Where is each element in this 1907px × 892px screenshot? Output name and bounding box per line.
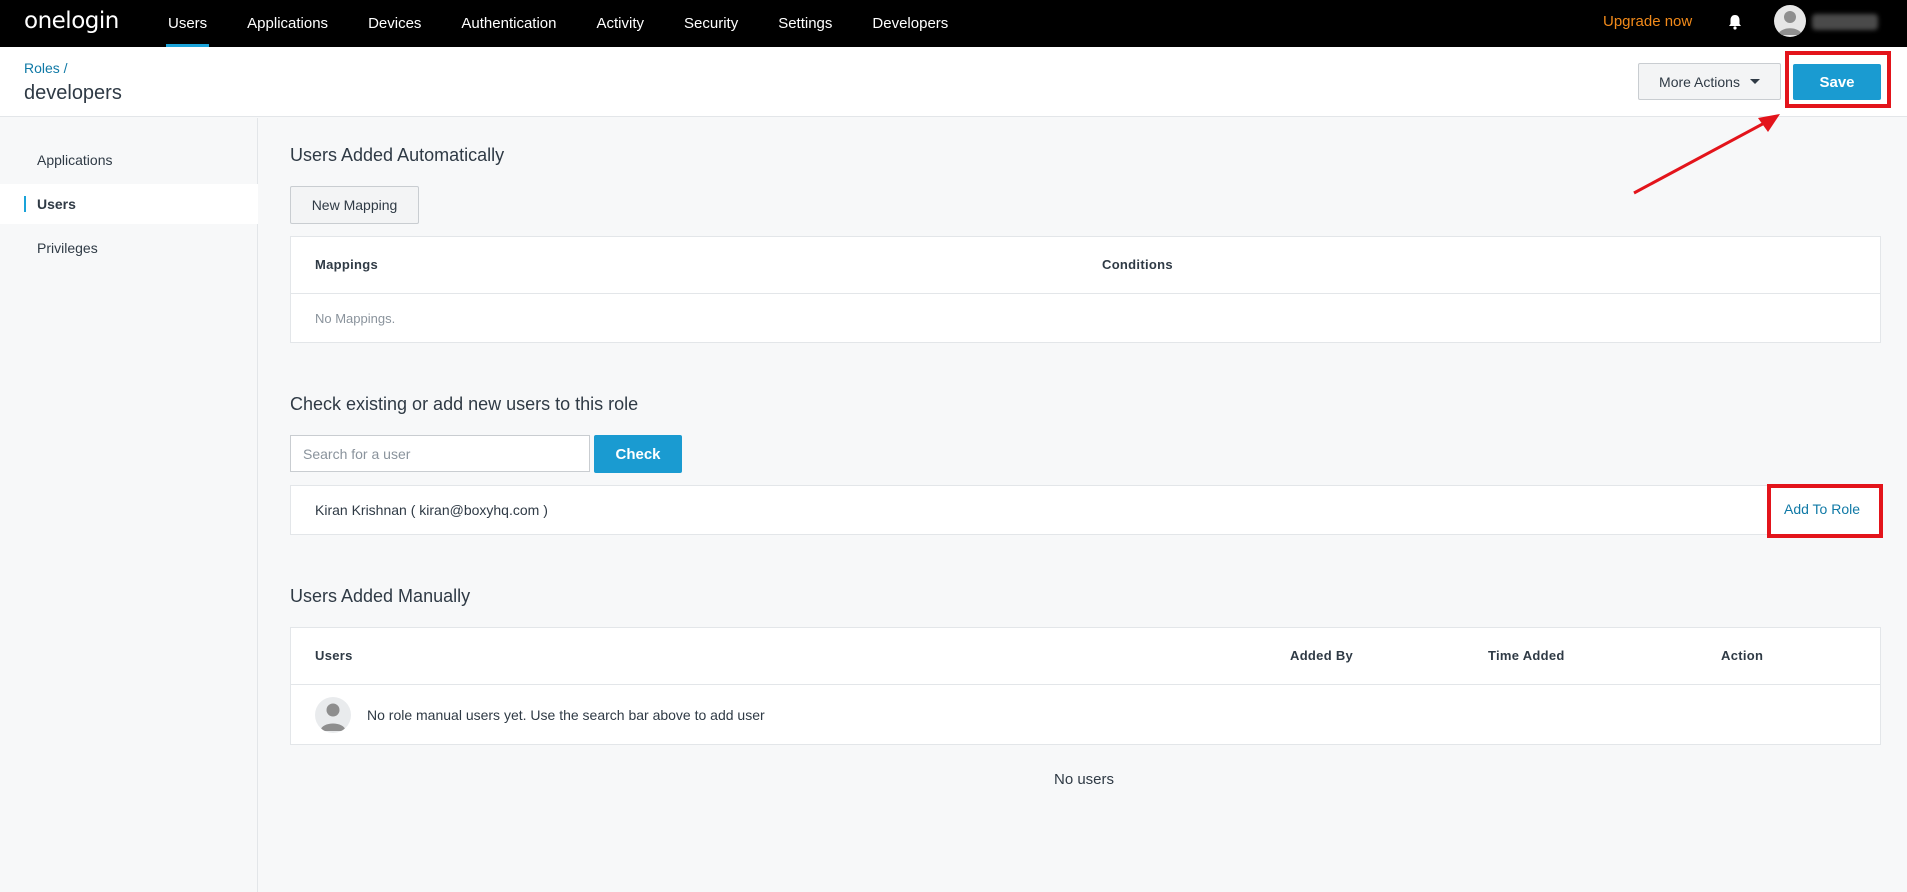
onelogin-logo[interactable]: onelogin [24, 8, 119, 34]
sidebar: Applications Users Privileges [0, 118, 258, 892]
manual-users-table: Users Added By Time Added Action No role… [290, 627, 1881, 745]
section-title-check: Check existing or add new users to this … [290, 394, 639, 414]
user-avatar-icon[interactable] [1774, 5, 1806, 37]
annotation-arrow-icon [1633, 114, 1780, 195]
more-actions-button[interactable]: More Actions [1638, 63, 1781, 100]
search-result-row: Kiran Krishnan ( kiran@boxyhq.com ) [290, 485, 1881, 535]
nav-item-settings[interactable]: Settings [758, 0, 852, 47]
table-divider [291, 293, 1880, 294]
col-users: Users [315, 648, 353, 663]
page-title: developers [24, 82, 122, 104]
nav-item-devices[interactable]: Devices [348, 0, 441, 47]
nav-item-users[interactable]: Users [148, 0, 227, 47]
sidebar-item-privileges[interactable]: Privileges [0, 228, 258, 268]
nav-item-activity[interactable]: Activity [577, 0, 665, 47]
breadcrumb-roles[interactable]: Roles / [24, 60, 68, 76]
default-avatar-icon [315, 697, 351, 733]
new-mapping-button[interactable]: New Mapping [290, 186, 419, 224]
sidebar-item-users[interactable]: Users [0, 184, 258, 224]
table-row: No role manual users yet. Use the search… [291, 685, 1880, 745]
sidebar-item-applications[interactable]: Applications [0, 140, 258, 180]
nav-item-authentication[interactable]: Authentication [441, 0, 576, 47]
col-conditions: Conditions [1102, 257, 1173, 272]
user-name-redacted[interactable] [1812, 14, 1878, 30]
manual-users-empty-text: No role manual users yet. Use the search… [367, 707, 765, 723]
add-to-role-link[interactable]: Add To Role [1784, 501, 1860, 517]
top-nav: onelogin Users Applications Devices Auth… [0, 0, 1907, 47]
mappings-table: Mappings Conditions No Mappings. [290, 236, 1881, 343]
nav-items: Users Applications Devices Authenticatio… [148, 0, 968, 47]
section-title-auto: Users Added Automatically [290, 145, 505, 165]
bell-icon[interactable] [1725, 12, 1745, 32]
col-action: Action [1721, 648, 1764, 663]
col-mappings: Mappings [315, 257, 379, 272]
check-button[interactable]: Check [594, 435, 682, 473]
mappings-empty-text: No Mappings. [315, 311, 396, 326]
col-added-by: Added By [1290, 648, 1354, 663]
save-button[interactable]: Save [1793, 64, 1881, 100]
search-result-user: Kiran Krishnan ( kiran@boxyhq.com ) [315, 502, 548, 518]
nav-item-security[interactable]: Security [664, 0, 758, 47]
search-user-input[interactable] [290, 435, 590, 472]
nav-item-applications[interactable]: Applications [227, 0, 348, 47]
more-actions-label: More Actions [1659, 73, 1740, 90]
upgrade-now-link[interactable]: Upgrade now [1603, 13, 1692, 30]
page-header: Roles / developers More Actions Save [0, 47, 1907, 117]
col-time-added: Time Added [1488, 648, 1565, 663]
caret-down-icon [1749, 79, 1760, 84]
no-users-text: No users [1054, 771, 1115, 788]
nav-item-developers[interactable]: Developers [852, 0, 968, 47]
section-title-manual: Users Added Manually [290, 586, 471, 606]
